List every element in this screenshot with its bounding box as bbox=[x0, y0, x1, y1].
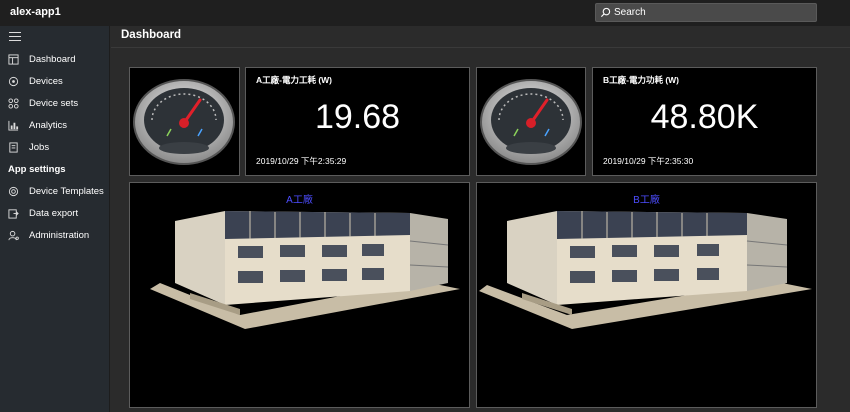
search-icon bbox=[600, 7, 611, 18]
building-tile-b[interactable]: B工廠 bbox=[476, 182, 817, 408]
gauge-icon bbox=[133, 79, 235, 165]
dashboard-content: A工廠-電力工耗 (W) 19.68 2019/10/29 下午2:35:29 … bbox=[111, 48, 850, 412]
building-image bbox=[150, 211, 460, 329]
app-settings-heading: App settings bbox=[8, 164, 66, 175]
search-box[interactable]: Search bbox=[595, 3, 817, 22]
kpi-tile-b[interactable]: B工廠-電力功耗 (W) 48.80K 2019/10/29 下午2:35:30 bbox=[592, 67, 817, 176]
sidebar-item-dashboard[interactable]: Dashboard bbox=[0, 48, 110, 70]
analytics-icon bbox=[8, 120, 19, 131]
sidebar-item-administration[interactable]: Administration bbox=[0, 224, 110, 246]
hamburger-menu-icon[interactable] bbox=[9, 32, 21, 42]
gauge-icon bbox=[480, 79, 582, 165]
sidebar-item-label: Devices bbox=[29, 75, 63, 87]
kpi-tile-timestamp: 2019/10/29 下午2:35:29 bbox=[256, 156, 347, 166]
sidebar-item-label: Jobs bbox=[29, 141, 50, 153]
kpi-tile-title: B工廠-電力功耗 (W) bbox=[603, 75, 680, 85]
data-export-icon bbox=[8, 208, 19, 219]
sidebar: Dashboard Devices Device sets Analytics … bbox=[0, 26, 110, 412]
sidebar-item-label: Device Templates bbox=[29, 185, 104, 197]
administration-icon bbox=[8, 230, 19, 240]
top-bar: alex-app1 Search bbox=[0, 0, 850, 26]
sidebar-item-label: Administration bbox=[29, 229, 90, 241]
device-templates-icon bbox=[8, 186, 19, 196]
kpi-tile-a[interactable]: A工廠-電力工耗 (W) 19.68 2019/10/29 下午2:35:29 bbox=[245, 67, 470, 176]
building-image bbox=[479, 211, 812, 329]
kpi-tile-timestamp: 2019/10/29 下午2:35:30 bbox=[603, 156, 694, 166]
gauge-tile-b[interactable] bbox=[476, 67, 586, 176]
app-name[interactable]: alex-app1 bbox=[10, 6, 61, 18]
sidebar-item-analytics[interactable]: Analytics bbox=[0, 114, 110, 136]
main-header: Dashboard bbox=[111, 26, 850, 48]
sidebar-item-label: Analytics bbox=[29, 119, 68, 131]
sidebar-item-label: Data export bbox=[29, 207, 79, 219]
page-title: Dashboard bbox=[121, 29, 182, 41]
jobs-icon bbox=[9, 141, 18, 153]
sidebar-item-label: Device sets bbox=[29, 97, 79, 109]
sidebar-item-label: Dashboard bbox=[29, 53, 76, 65]
search-placeholder: Search bbox=[614, 7, 646, 18]
sidebar-item-device-templates[interactable]: Device Templates bbox=[0, 180, 110, 202]
device-sets-icon bbox=[8, 97, 19, 109]
dashboard-icon bbox=[8, 53, 19, 65]
kpi-tile-title: A工廠-電力工耗 (W) bbox=[256, 75, 333, 85]
devices-icon bbox=[8, 76, 19, 86]
building-tile-a[interactable]: A工廠 bbox=[129, 182, 470, 408]
sidebar-item-jobs[interactable]: Jobs bbox=[0, 136, 110, 158]
kpi-tile-value: 48.80K bbox=[650, 98, 759, 136]
sidebar-item-device-sets[interactable]: Device sets bbox=[0, 92, 110, 114]
kpi-tile-value: 19.68 bbox=[314, 98, 401, 136]
sidebar-item-devices[interactable]: Devices bbox=[0, 70, 110, 92]
sidebar-item-data-export[interactable]: Data export bbox=[0, 202, 110, 224]
gauge-tile-a[interactable] bbox=[129, 67, 240, 176]
